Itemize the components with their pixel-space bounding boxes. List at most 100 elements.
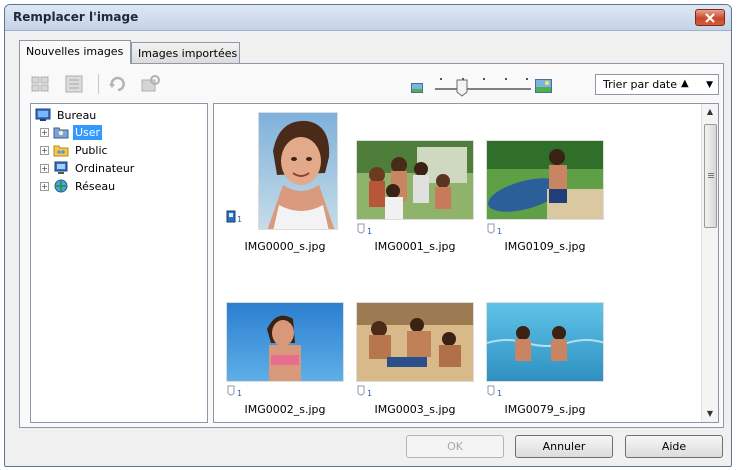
placed-count-badge: 1 <box>226 210 242 224</box>
thumbnail-item[interactable]: 1 IMG0002_s.jpg <box>226 300 344 422</box>
scroll-down-arrow-icon[interactable]: ▼ <box>702 406 718 422</box>
folder-icon <box>53 145 69 157</box>
thumbnail-filename: IMG0079_s.jpg <box>504 403 586 416</box>
thumbnail-filename: IMG0003_s.jpg <box>374 403 456 416</box>
tree-label-reseau: Réseau <box>75 179 116 193</box>
tree-label-ordinateur: Ordinateur <box>75 161 135 175</box>
thumbnail-size-slider[interactable] <box>407 72 552 97</box>
rotate-button[interactable] <box>108 74 128 94</box>
close-icon <box>705 12 715 23</box>
dialog-window: Remplacer l'image Nouvelles images Image… <box>4 4 732 467</box>
network-icon <box>54 179 68 193</box>
tree-node-reseau[interactable]: + Réseau <box>40 178 117 194</box>
layout-count-icon <box>487 223 495 234</box>
sort-selected-value: Trier par date <box>603 78 678 91</box>
desktop-icon <box>35 108 51 121</box>
photo-surfer <box>487 141 603 219</box>
slider-tick <box>505 78 507 80</box>
thumbnail-filename: IMG0000_s.jpg <box>244 240 326 253</box>
tree-label-bureau: Bureau <box>57 108 97 122</box>
layout-count-icon <box>357 223 365 234</box>
tree-label-public: Public <box>75 143 108 157</box>
expand-icon[interactable]: + <box>40 127 49 137</box>
tree-node-user[interactable]: + User <box>40 124 103 140</box>
photo-kids-in-water <box>487 303 603 381</box>
thumbnail-filename: IMG0001_s.jpg <box>374 240 456 253</box>
photo-beach-group <box>357 303 473 381</box>
thumbnail-photo <box>226 302 344 382</box>
computer-icon <box>54 161 68 174</box>
grip-line <box>708 177 714 178</box>
folder-tree[interactable]: Bureau + User + Public + Ordinateur + Ré… <box>30 103 208 423</box>
list-view-icon <box>65 75 83 93</box>
thumbnail-filename: IMG0109_s.jpg <box>504 240 586 253</box>
thumbnail-photo <box>258 112 338 230</box>
scroll-up-arrow-icon[interactable]: ▲ <box>702 104 718 120</box>
count-badge: 1 <box>356 222 372 236</box>
thumbnail-photo <box>356 140 474 220</box>
thumbnail-item[interactable]: 1 IMG0000_s.jpg <box>226 112 344 268</box>
help-button[interactable]: Aide <box>625 435 723 458</box>
gallery-scrollbar[interactable]: ▲ ▼ <box>701 104 718 422</box>
layout-count: 1 <box>367 389 373 398</box>
layout-count-icon <box>227 385 235 396</box>
close-button[interactable] <box>695 9 725 26</box>
slider-track <box>435 88 531 90</box>
scrollbar-thumb[interactable] <box>704 124 717 228</box>
grip-line <box>708 173 714 174</box>
layout-count: 1 <box>497 227 503 236</box>
count-badge: 1 <box>356 384 372 398</box>
thumbnail-gallery[interactable]: 1 IMG0000_s.jpg 1 IMG0001_s.jpg 1 IMG010… <box>213 103 719 423</box>
toolbar-separator <box>98 74 99 94</box>
thumbnail-item[interactable]: 1 IMG0001_s.jpg <box>356 112 474 268</box>
large-image-icon <box>535 79 552 93</box>
tree-node-bureau[interactable]: Bureau <box>35 107 98 123</box>
expand-icon[interactable]: + <box>40 163 49 173</box>
window-title: Remplacer l'image <box>13 10 139 24</box>
thumbnail-item[interactable]: 1 IMG0003_s.jpg <box>356 300 474 422</box>
grid-view-icon <box>31 76 49 92</box>
cancel-button[interactable]: Annuler <box>515 435 613 458</box>
slider-tick <box>526 78 528 80</box>
expand-icon[interactable]: + <box>40 145 49 155</box>
tab-new-images[interactable]: Nouvelles images <box>19 40 131 64</box>
slider-tick <box>483 78 485 80</box>
photo-girl-swimsuit <box>227 303 343 381</box>
thumbnail-item[interactable]: 1 IMG0079_s.jpg <box>486 300 604 422</box>
layout-count-icon <box>487 385 495 396</box>
user-folder-icon <box>53 127 69 139</box>
tree-node-public[interactable]: + Public <box>40 142 110 158</box>
count-badge: 1 <box>486 384 502 398</box>
image-search-icon <box>141 75 160 92</box>
thumbnail-photo <box>486 302 604 382</box>
ok-button[interactable]: OK <box>406 435 504 458</box>
tree-node-ordinateur[interactable]: + Ordinateur <box>40 160 136 176</box>
layout-count: 1 <box>497 389 503 398</box>
thumbnail-photo <box>486 140 604 220</box>
photo-girl-portrait <box>259 113 337 229</box>
grip-line <box>708 175 714 176</box>
image-info-button[interactable] <box>140 74 160 94</box>
small-image-icon <box>411 83 423 93</box>
tree-label-user: User <box>73 124 103 140</box>
view-list-button[interactable] <box>64 74 84 94</box>
title-bar: Remplacer l'image <box>5 5 731 31</box>
count-badge: 1 <box>486 222 502 236</box>
layout-placed-icon <box>226 210 236 223</box>
slider-thumb[interactable] <box>456 79 468 97</box>
layout-count: 1 <box>367 227 373 236</box>
count-badge: 1 <box>226 384 242 398</box>
tab-panel: Trier par date ▲ ▼ Bureau + User + Publi… <box>19 63 724 428</box>
thumbnail-photo <box>356 302 474 382</box>
thumbnail-filename: IMG0002_s.jpg <box>244 403 326 416</box>
thumbnail-item[interactable]: 1 IMG0109_s.jpg <box>486 112 604 268</box>
expand-icon[interactable]: + <box>40 181 49 191</box>
rotate-icon <box>109 76 125 92</box>
photo-group-kids <box>357 141 473 219</box>
view-grid-button[interactable] <box>30 74 50 94</box>
layout-count: 1 <box>237 389 243 398</box>
sort-select[interactable]: Trier par date ▲ ▼ <box>595 74 719 95</box>
tab-imported-images[interactable]: Images importées <box>131 42 240 64</box>
placed-count: 1 <box>237 215 243 224</box>
sort-direction-icon: ▲ <box>681 78 689 89</box>
